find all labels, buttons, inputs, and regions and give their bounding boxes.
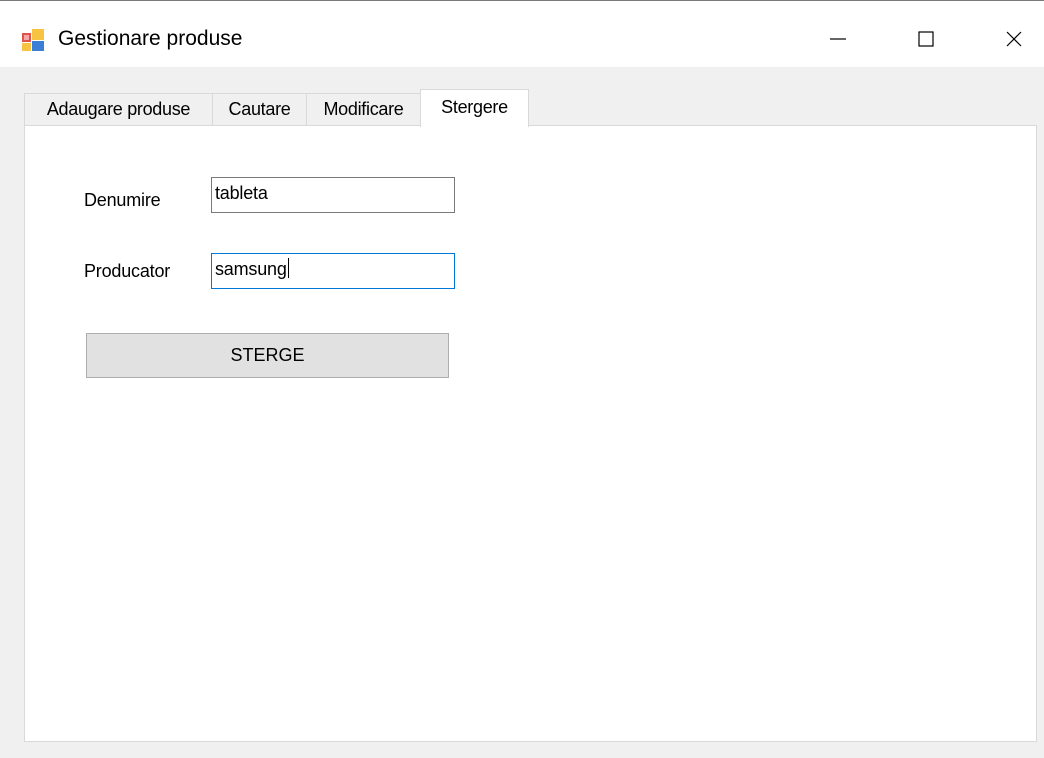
maximize-button[interactable] [894,15,958,67]
title-bar[interactable]: Gestionare produse [0,1,1044,67]
tab-cautare[interactable]: Cautare [212,93,307,126]
close-button[interactable] [982,15,1044,67]
denumire-label: Denumire [84,190,161,210]
minimize-icon [828,29,848,54]
minimize-button[interactable] [806,15,870,67]
app-window: Gestionare produse Adaugare produse Caut… [0,0,1044,758]
tab-modificare[interactable]: Modificare [306,93,421,126]
tab-panel-stergere: Denumire tableta Producator samsung STER… [24,125,1037,742]
window-title: Gestionare produse [58,27,243,50]
tab-stergere[interactable]: Stergere [420,89,529,127]
maximize-icon [916,29,936,54]
producator-label: Producator [84,261,171,281]
close-icon [1004,29,1024,54]
app-icon [22,29,44,51]
denumire-value: tableta [215,183,268,203]
denumire-input[interactable]: tableta [211,177,455,213]
tab-adaugare-produse[interactable]: Adaugare produse [24,93,213,126]
producator-value: samsung [215,259,287,279]
producator-input[interactable]: samsung [211,253,455,289]
sterge-button[interactable]: STERGE [86,333,449,378]
text-caret [287,258,289,278]
